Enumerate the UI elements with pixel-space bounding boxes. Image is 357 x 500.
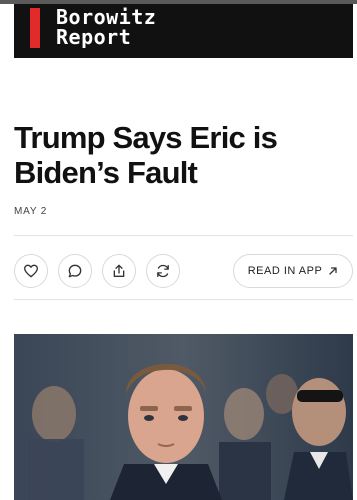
headline-line2: Biden’s Fault bbox=[14, 155, 198, 190]
masthead-title-line1: Borowitz bbox=[56, 5, 157, 29]
read-in-app-label: READ IN APP bbox=[247, 265, 323, 277]
article-page: Borowitz Report Trump Says Eric is Biden… bbox=[0, 0, 357, 500]
masthead-banner[interactable]: Borowitz Report bbox=[14, 4, 353, 58]
headline-line1: Trump Says Eric is bbox=[14, 120, 278, 155]
hero-photo-illustration bbox=[14, 334, 353, 500]
divider-bottom bbox=[14, 299, 353, 300]
share-icon bbox=[113, 264, 125, 277]
arrow-up-right-icon bbox=[329, 267, 337, 275]
article-date: MAY 2 bbox=[14, 206, 48, 217]
heart-icon bbox=[24, 264, 38, 278]
comment-button[interactable] bbox=[58, 254, 92, 288]
restack-icon bbox=[157, 264, 169, 278]
like-button[interactable] bbox=[14, 254, 48, 288]
masthead-accent-bar bbox=[30, 8, 40, 48]
restack-button[interactable] bbox=[146, 254, 180, 288]
article-headline: Trump Says Eric is Biden’s Fault bbox=[14, 120, 344, 190]
masthead-title: Borowitz Report bbox=[56, 7, 156, 47]
share-button[interactable] bbox=[102, 254, 136, 288]
comment-icon bbox=[68, 264, 82, 278]
masthead-title-line2: Report bbox=[56, 25, 132, 49]
article-action-bar: READ IN APP bbox=[14, 250, 353, 290]
article-hero-photo bbox=[14, 334, 353, 500]
divider-top bbox=[14, 235, 353, 236]
read-in-app-button[interactable]: READ IN APP bbox=[233, 254, 353, 288]
